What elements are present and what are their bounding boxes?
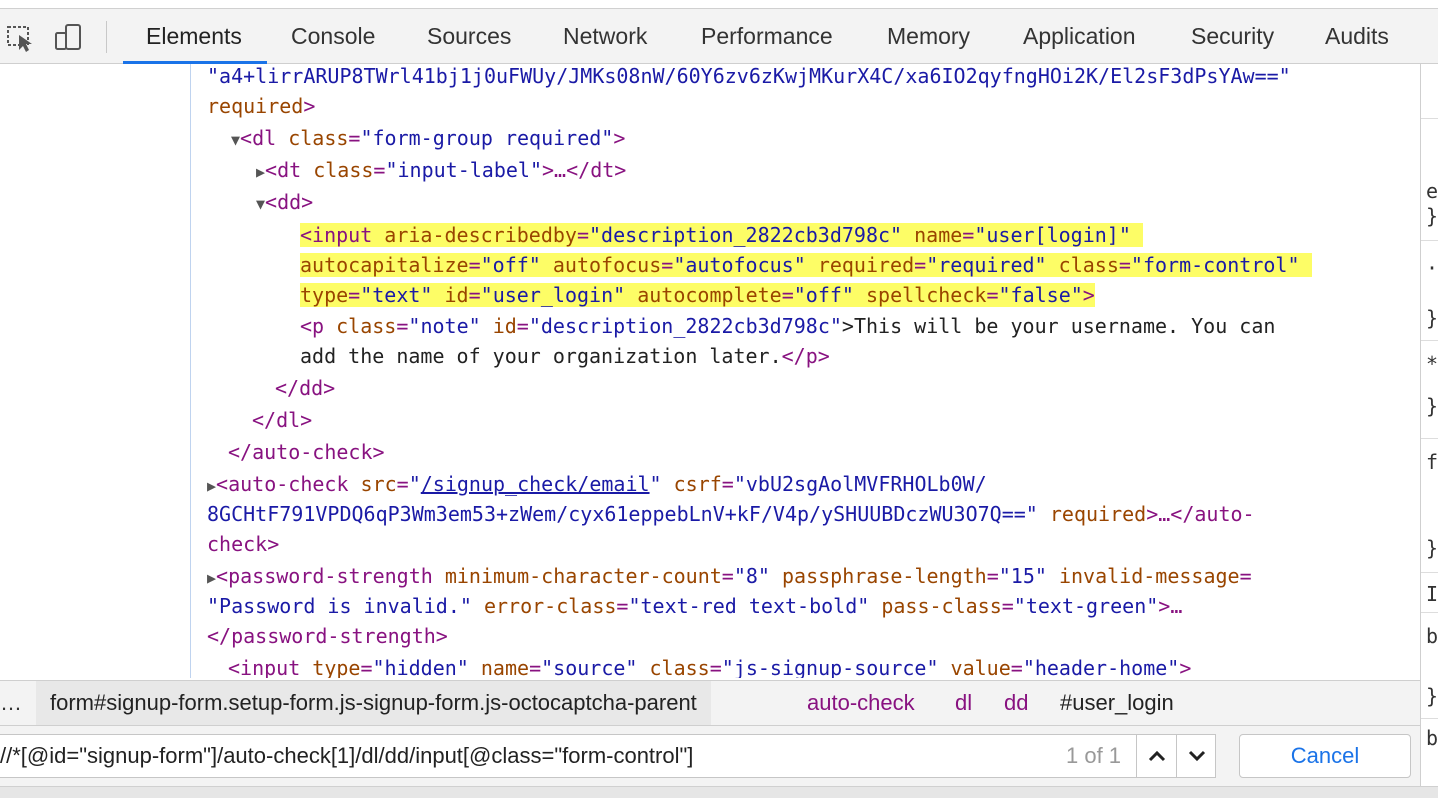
tree-line[interactable]: check>	[207, 529, 279, 559]
tree-line[interactable]: </auto-check>	[228, 437, 385, 467]
tab-sources[interactable]: Sources	[427, 9, 511, 64]
tree-line[interactable]: add the name of your organization later.…	[300, 341, 830, 371]
tree-line-input-selected[interactable]: autocapitalize="off" autofocus="autofocu…	[300, 250, 1312, 280]
breadcrumb-item-form[interactable]: form#signup-form.setup-form.js-signup-fo…	[36, 681, 711, 725]
next-match-button[interactable]	[1176, 734, 1216, 778]
tree-line-dt[interactable]: ▶<dt class="input-label">…</dt>	[256, 155, 626, 185]
tree-line-input-selected[interactable]: <input aria-describedby="description_282…	[300, 220, 1143, 250]
tree-line-dd[interactable]: ▼<dd>	[256, 187, 313, 217]
tab-performance[interactable]: Performance	[701, 9, 833, 64]
devtools-toolbar: Elements Console Sources Network Perform…	[0, 8, 1438, 64]
tree-line-dl[interactable]: ▼<dl class="form-group required">	[231, 123, 625, 153]
tree-line[interactable]: </password-strength>	[207, 621, 448, 651]
bottom-strip	[0, 786, 1438, 798]
breadcrumb-item-user-login[interactable]: #user_login	[1060, 681, 1174, 725]
chevron-down-icon	[1188, 750, 1205, 762]
tree-line-hidden-input[interactable]: <input type="hidden" name="source" class…	[228, 653, 1191, 678]
src-link[interactable]: /signup_check/email	[421, 472, 650, 496]
match-count: 1 of 1	[1066, 743, 1122, 768]
breadcrumb-item-dd[interactable]: dd	[1004, 681, 1028, 725]
tree-line[interactable]: "Password is invalid." error-class="text…	[207, 591, 1182, 621]
breadcrumb-item-dl[interactable]: dl	[955, 681, 972, 725]
collapsed-triangle-icon[interactable]: ▶	[207, 477, 216, 495]
tree-line[interactable]: </dl>	[252, 405, 312, 435]
tab-security[interactable]: Security	[1191, 9, 1274, 64]
tab-console[interactable]: Console	[291, 9, 375, 64]
breadcrumb-item-auto-check[interactable]: auto-check	[807, 681, 915, 725]
tree-line-p[interactable]: <p class="note" id="description_2822cb3d…	[300, 311, 1275, 341]
search-bar: 1 of 1 Cancel	[0, 726, 1420, 786]
tree-line[interactable]: 8GCHtF791VPDQ6qP3Wm3em53+zWem/cyx61eppeb…	[207, 499, 1255, 529]
tab-elements[interactable]: Elements	[146, 9, 242, 64]
tree-line[interactable]: required>	[207, 91, 315, 121]
tree-line-auto-check[interactable]: ▶<auto-check src="/signup_check/email" c…	[207, 469, 987, 499]
tab-network[interactable]: Network	[563, 9, 647, 64]
breadcrumb: … form#signup-form.setup-form.js-signup-…	[0, 680, 1420, 726]
search-input[interactable]	[0, 734, 1216, 778]
styles-panel-edge[interactable]: e } · } * } f } I b } b	[1420, 64, 1438, 789]
tab-audits[interactable]: Audits	[1325, 9, 1389, 64]
inspect-element-icon[interactable]	[4, 21, 36, 53]
expanded-triangle-icon[interactable]: ▼	[231, 131, 240, 149]
collapsed-triangle-icon[interactable]: ▶	[207, 569, 216, 587]
elements-tree[interactable]: "a4+lirrARUP8TWrl41bj1j0uFWUy/JMKs08nW/6…	[0, 64, 1420, 678]
expanded-triangle-icon[interactable]: ▼	[256, 195, 265, 213]
device-toolbar-icon[interactable]	[52, 21, 84, 53]
tree-line-password-strength[interactable]: ▶<password-strength minimum-character-co…	[207, 561, 1252, 591]
cancel-button[interactable]: Cancel	[1239, 734, 1411, 778]
collapsed-triangle-icon[interactable]: ▶	[256, 163, 265, 181]
chevron-up-icon	[1148, 750, 1165, 762]
tree-line[interactable]: "a4+lirrARUP8TWrl41bj1j0uFWUy/JMKs08nW/6…	[207, 64, 1291, 91]
breadcrumb-overflow[interactable]: …	[0, 681, 22, 725]
tree-line-input-selected[interactable]: type="text" id="user_login" autocomplete…	[300, 280, 1095, 310]
tree-gutter-line	[190, 64, 191, 678]
tab-memory[interactable]: Memory	[887, 9, 970, 64]
toolbar-separator	[106, 21, 107, 53]
previous-match-button[interactable]	[1136, 734, 1176, 778]
tree-line[interactable]: </dd>	[275, 373, 335, 403]
tab-application[interactable]: Application	[1023, 9, 1136, 64]
